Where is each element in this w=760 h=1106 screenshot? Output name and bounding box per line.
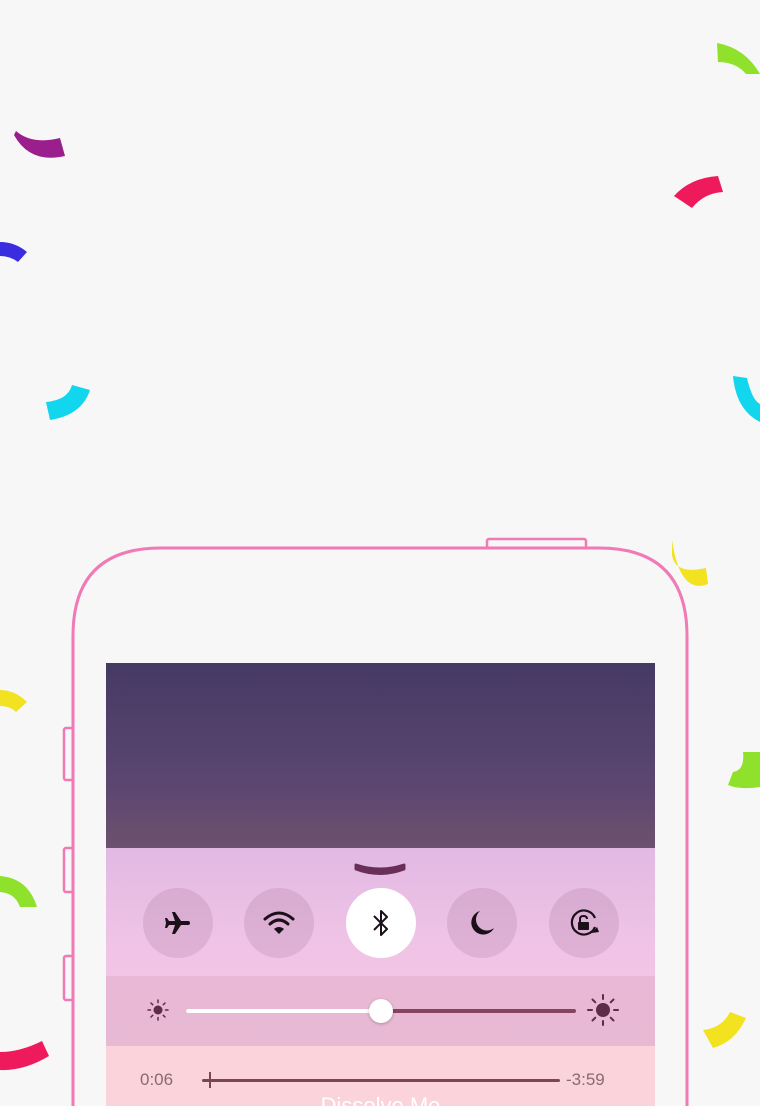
airplane-icon (165, 912, 190, 934)
song-title: Dissolve Me (320, 1093, 441, 1106)
control-center-panel: 0:06 -3:59 Dissolve Me (106, 848, 655, 1106)
moon-icon (471, 911, 494, 935)
brightness-slider-thumb[interactable] (369, 999, 393, 1023)
bluetooth-icon (373, 910, 388, 936)
airplane-mode-toggle[interactable] (143, 888, 213, 958)
brightness-slider-fill (186, 1009, 381, 1013)
rotation-lock-toggle[interactable] (549, 888, 619, 958)
phone-screen: 0:06 -3:59 Dissolve Me (106, 663, 655, 1106)
playback-scrubber[interactable] (202, 1072, 560, 1088)
brightness-slider[interactable] (186, 999, 576, 1023)
do-not-disturb-toggle[interactable] (447, 888, 517, 958)
sun-large-icon (587, 994, 619, 1026)
remaining-time: -3:59 (566, 1070, 605, 1089)
wifi-toggle[interactable] (244, 888, 314, 958)
toggle-row (143, 888, 619, 958)
grabber-chevron-icon[interactable] (352, 860, 408, 878)
elapsed-time: 0:06 (140, 1070, 174, 1089)
music-player: 0:06 -3:59 Dissolve Me (106, 1046, 655, 1106)
wallpaper (106, 663, 655, 848)
brightness-control (106, 976, 655, 1046)
sun-small-icon (147, 999, 169, 1021)
wifi-icon (263, 911, 295, 934)
bluetooth-toggle[interactable] (346, 888, 416, 958)
scrubber-head[interactable] (209, 1072, 212, 1088)
rotation-lock-icon (570, 909, 599, 936)
